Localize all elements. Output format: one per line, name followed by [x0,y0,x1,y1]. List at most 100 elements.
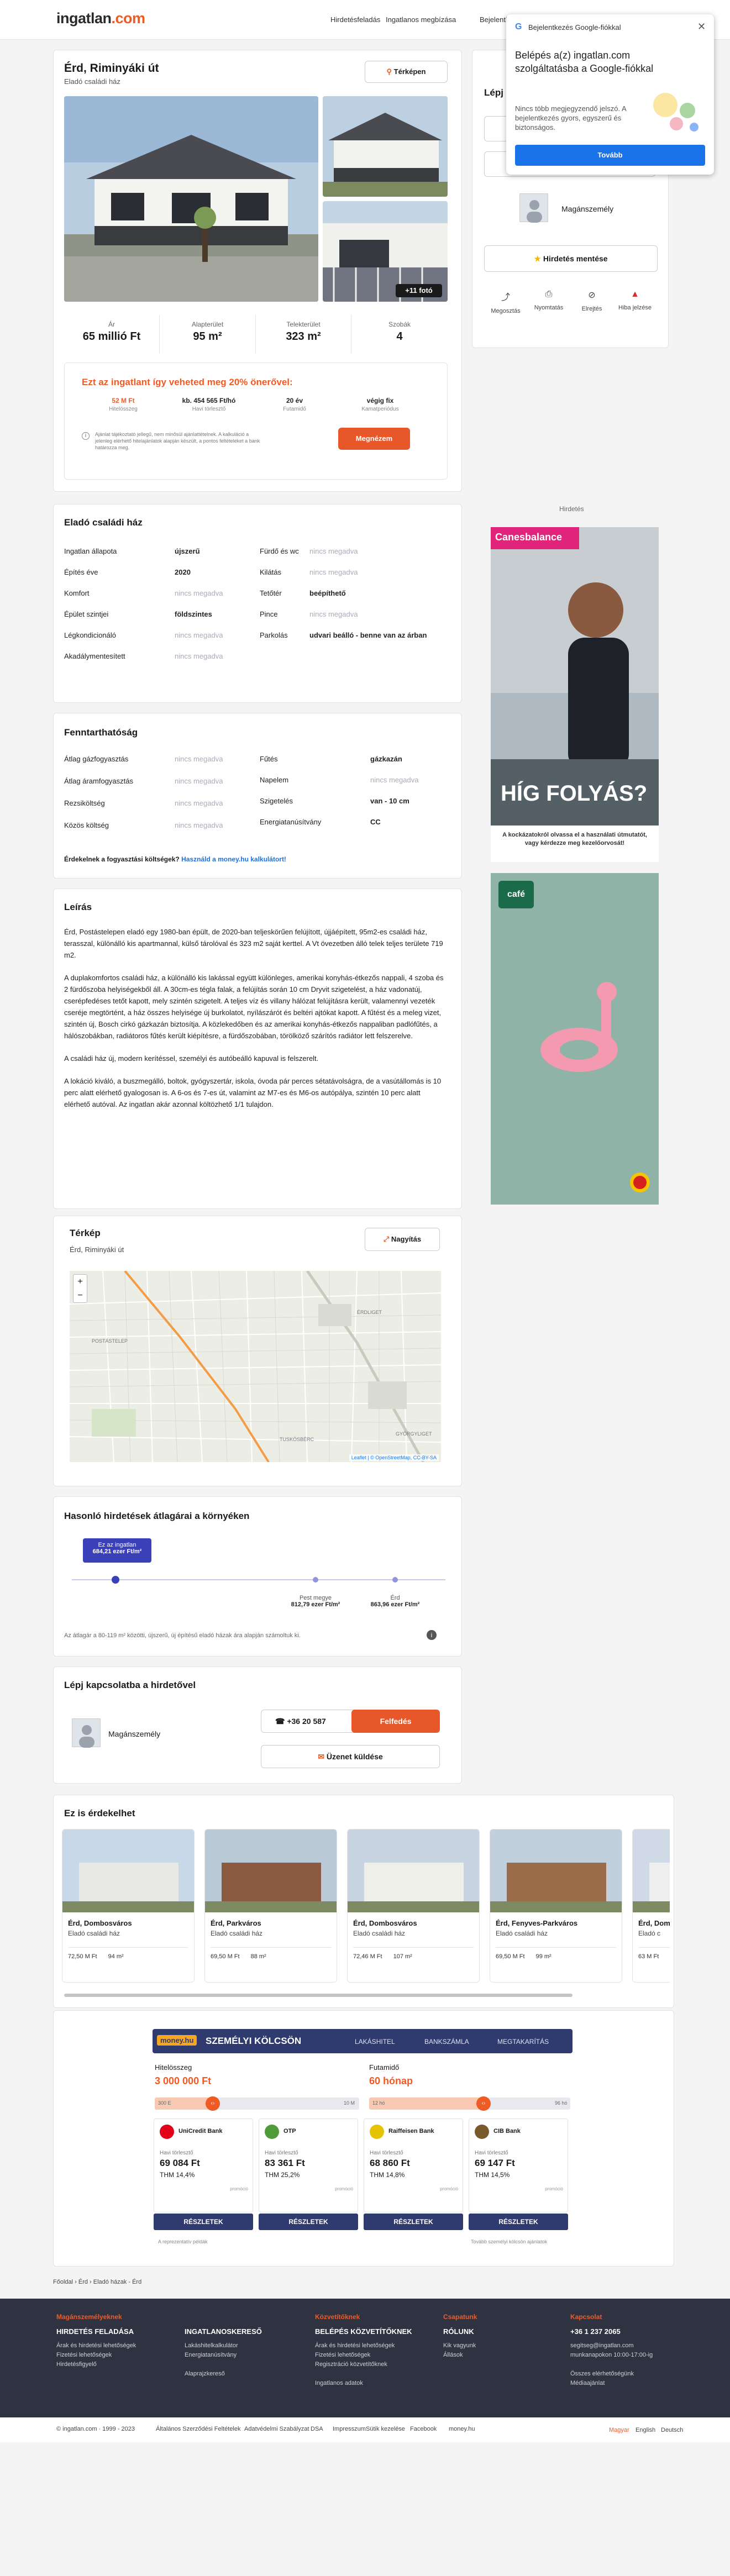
bank-thm: THM 25,2% [265,2171,300,2179]
tab-mortgage[interactable]: LAKÁSHITEL [355,2038,395,2046]
footer-link[interactable]: Összes elérhetőségünk [570,2369,692,2379]
lang-en[interactable]: English [636,2427,655,2433]
logo[interactable]: ingatlan.com [56,10,145,27]
bank-details-button[interactable]: RÉSZLETEK [154,2214,253,2230]
sidebar-action[interactable]: ⊘ Elrejtés [570,290,613,313]
footer-col-title[interactable]: +36 1 237 2065 [570,2327,692,2336]
footer-bottom-link[interactable]: Impresszum [333,2426,366,2432]
nav-agents[interactable]: Ingatlanos megbízása [386,15,456,24]
footer-col-title[interactable]: BELÉPÉS KÖZVETÍTŐKNEK [315,2327,437,2336]
footer-bottom-link[interactable]: Adatvédelmi Szabályzat [244,2426,309,2432]
map-button[interactable]: ⚲ Térképen [365,61,448,83]
zoom-out-icon[interactable]: − [73,1289,87,1302]
footer-column: Magánszemélyeknek HIRDETÉS FELADÁSA Árak é… [56,2313,178,2369]
tab-account[interactable]: BANKSZÁMLA [424,2038,469,2046]
breadcrumb-city[interactable]: Érd [78,2279,88,2285]
footer-link[interactable]: munkanapokon 10:00-17:00-ig [570,2351,692,2360]
map-attribution[interactable]: Leaflet | © OpenStreetMap, CC-BY-SA [349,1454,439,1461]
footer-link[interactable]: Hirdetésfigyelő [56,2360,178,2369]
cost-calc-anchor[interactable]: Használd a money.hu kalkulátort! [181,855,286,863]
loan-check-button[interactable]: Megnézem [338,428,410,450]
carousel-scrollbar[interactable] [64,1994,573,1997]
footer-link[interactable] [570,2360,692,2369]
bank-details-button[interactable]: RÉSZLETEK [259,2214,358,2230]
more-loans-link[interactable]: Tovább személyi kölcsön ajánlatok [471,2239,547,2244]
sidebar-action[interactable]: ▲ Hiba jelzése [613,290,657,312]
close-icon[interactable]: ✕ [697,21,706,33]
footer-link[interactable]: Fizetési lehetőségek [56,2351,178,2360]
similar-card-item[interactable]: Érd, Parkváros Eladó családi ház 69,50 M F… [204,1829,337,1983]
footer-link[interactable] [185,2360,306,2369]
lang-de[interactable]: Deutsch [661,2427,683,2433]
description-body: Érd, Postástelepen eladó egy 1980-ban ép… [64,926,445,1121]
similar-card-item[interactable]: Érd, Dombosváros Eladó c 63 M Ft [632,1829,670,1983]
footer-link[interactable]: Lakáshitelkalkulátor [185,2341,306,2351]
footer-link[interactable]: Kik vagyunk [443,2341,565,2351]
detail-label: Ingatlan állapota [64,547,117,555]
footer-col-links: Kik vagyunk Állások [443,2341,565,2360]
reveal-phone-button[interactable]: Felfedés [351,1710,440,1733]
loan-item: 52 M Ft Hitelösszeg [82,397,165,412]
photo-2[interactable] [323,96,448,197]
cost-calc-link[interactable]: Érdekelnek a fogyasztási költségek? Hasz… [64,855,286,863]
footer-link[interactable]: Regisztráció közvetítőknek [315,2360,437,2369]
nav-post-ad[interactable]: Hirdetésfeladás [330,15,380,24]
footer-link[interactable]: Alaprajzkereső [185,2369,306,2379]
footer-link[interactable]: segitseg@ingatlan.com [570,2341,692,2351]
similar-card-item[interactable]: Érd, Dombosváros Eladó családi ház 72,46 M… [347,1829,480,1983]
detail-label: Komfort [64,589,90,597]
sidebar-action[interactable]: ⎙ Nyomtatás [527,290,570,312]
ad-canesbalance[interactable]: Canesbalance HÍG FOLYÁS? A kockázatokról… [491,527,659,862]
zoom-button[interactable]: ⤢ Nagyítás [365,1228,440,1251]
listing-subtitle: Eladó családi ház [64,77,120,86]
detail-value: nincs megadva [175,589,223,597]
loan-item-label: Kamatperiódus [361,406,399,412]
send-message-button[interactable]: ✉ Üzenet küldése [261,1745,440,1768]
breadcrumb-category[interactable]: Eladó házak - Érd [93,2279,141,2285]
google-popup-title: Bejelentkezés Google-fiókkal [528,23,621,31]
footer-bottom-link[interactable]: Általános Szerződési Feltételek [156,2426,240,2432]
detail-row: Parkolás udvari beálló - benne van az árb… [260,631,448,652]
detail-row: Akadálymentesített nincs megadva [64,652,252,673]
amount-slider-handle[interactable]: ‹› [206,2096,220,2111]
map-view[interactable]: POSTÁSTELEP ÉRDLIGET TUSKÓSBÉRC GYÖRGYLI… [70,1271,441,1462]
term-slider-handle[interactable]: ‹› [476,2096,491,2111]
footer-bottom-link[interactable]: money.hu [449,2426,475,2432]
bank-details-button[interactable]: RÉSZLETEK [364,2214,463,2230]
footer-link[interactable]: Fizetési lehetőségek [315,2351,437,2360]
footer-link[interactable]: Árak és hirdetési lehetőségek [56,2341,178,2351]
info-icon[interactable]: i [427,1630,437,1640]
sidebar-action[interactable]: ⤴ Megosztás [484,290,527,315]
detail-label: Akadálymentesített [64,652,125,660]
footer-link[interactable]: Állások [443,2351,565,2360]
footer-bottom-link[interactable]: Sütik kezelése [366,2426,405,2432]
loan-item: végig fix Kamatperiódus [339,397,422,412]
google-continue-button[interactable]: Tovább [515,145,705,166]
lang-hu[interactable]: Magyar [609,2427,629,2433]
main-photo[interactable] [64,96,318,302]
similar-card-item[interactable]: Érd, Dombosváros Eladó családi ház 72,50 M… [62,1829,195,1983]
save-ad-button[interactable]: ★ Hirdetés mentése [484,245,658,272]
footer-col-title[interactable]: INGATLANOSKERESŐ [185,2327,306,2336]
footer-col-title[interactable]: RÓLUNK [443,2327,565,2336]
bank-thm: THM 14,5% [475,2171,510,2179]
footer-bottom-link[interactable]: Facebook [410,2426,437,2432]
footer-bottom-link[interactable]: DSA [311,2426,323,2432]
more-photos-badge[interactable]: +11 fotó [396,284,442,297]
footer-link[interactable]: Ingatlanos adatok [315,2379,437,2388]
footer-link[interactable]: Árak és hirdetési lehetőségek [315,2341,437,2351]
bank-details-button[interactable]: RÉSZLETEK [469,2214,568,2230]
tab-savings[interactable]: MEGTAKARÍTÁS [497,2038,549,2046]
similar-card-item[interactable]: Érd, Fenyves-Parkváros Eladó családi ház 6… [490,1829,622,1983]
similar-house-shape [364,1863,464,1901]
description-paragraph: A lokáció kiváló, a buszmegálló, boltok,… [64,1077,442,1108]
footer-link[interactable]: Médiaajánlat [570,2379,692,2388]
map-zoom-controls[interactable]: + − [73,1274,87,1303]
ad-cafe[interactable]: café [491,873,659,1205]
breadcrumb-home[interactable]: Főoldal [53,2279,73,2285]
zoom-in-icon[interactable]: + [73,1275,87,1289]
footer-col-title[interactable]: HIRDETÉS FELADÁSA [56,2327,178,2336]
footer-link[interactable]: Energiatanúsítvány [185,2351,306,2360]
footer-link[interactable] [315,2369,437,2379]
bank-logo-icon [160,2125,174,2139]
